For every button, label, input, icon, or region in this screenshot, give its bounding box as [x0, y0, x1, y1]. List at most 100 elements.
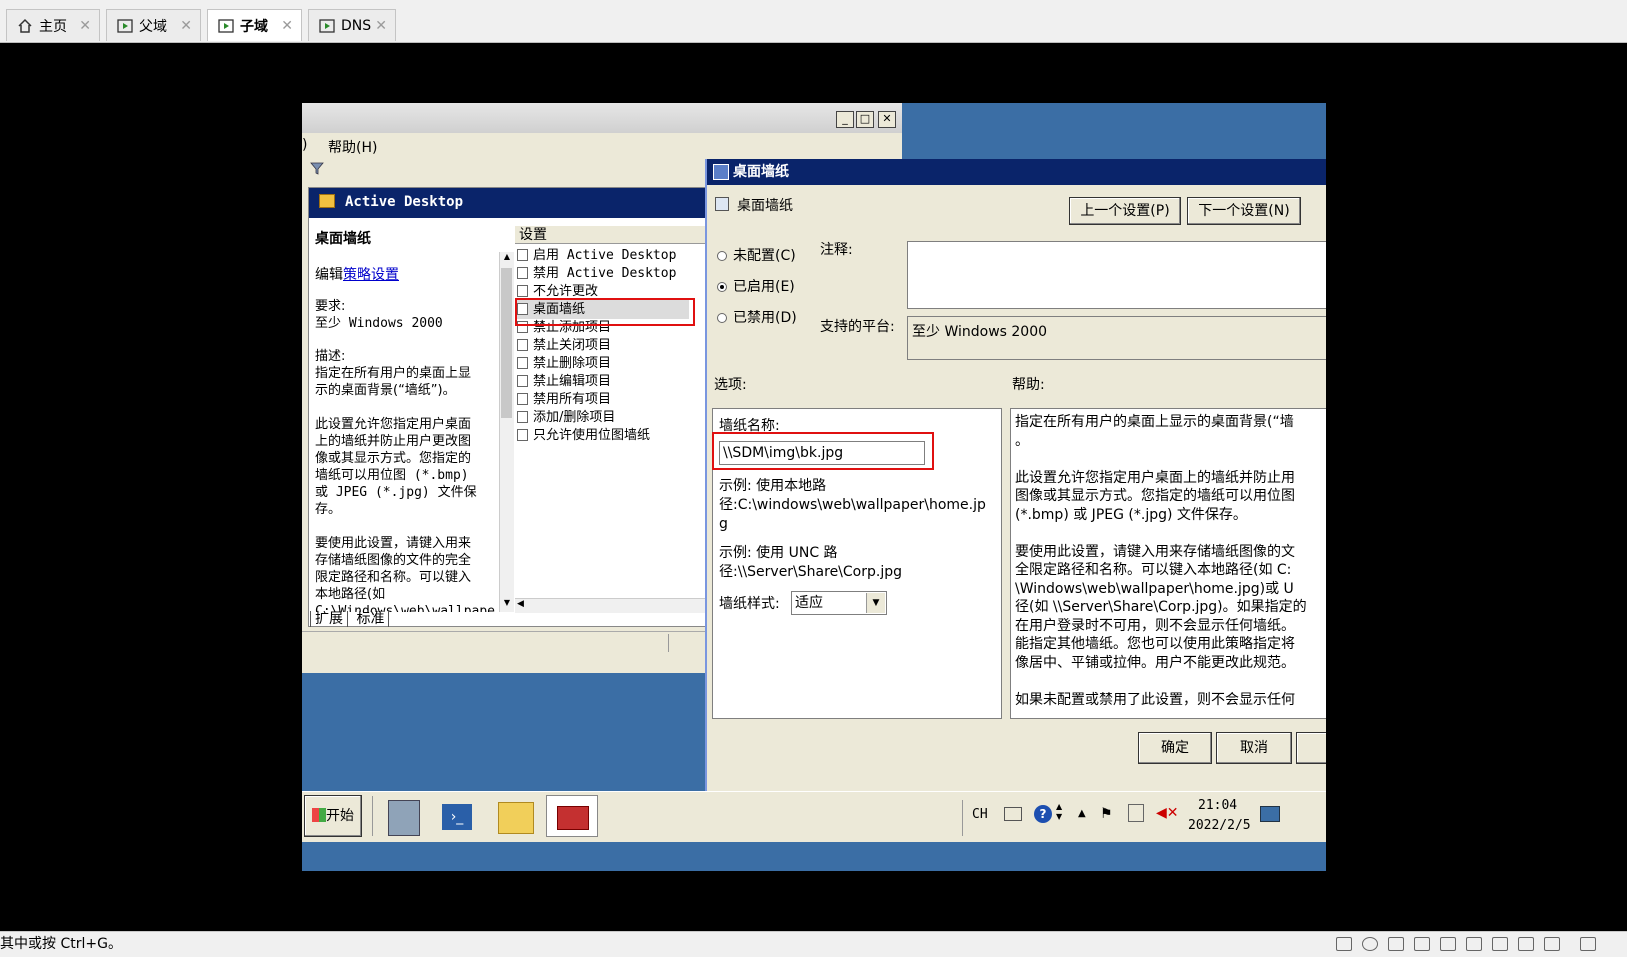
camera-icon[interactable] [1492, 937, 1508, 951]
explorer-folder-icon[interactable] [498, 802, 534, 834]
wallpaper-style-label: 墙纸样式: [719, 596, 780, 612]
vm-icon [117, 18, 133, 33]
description-scrollbar[interactable]: ▲ ▼ [499, 252, 514, 612]
tab-standard[interactable]: 标准 [352, 611, 390, 627]
start-button[interactable]: 开始 [304, 795, 362, 837]
wallpaper-properties-dialog: 桌面墙纸 桌面墙纸 上一个设置(P) 下一个设置(N) 未配置(C) 已启用(E… [705, 159, 1326, 799]
edit-policy-line: 编辑策略设置 [315, 267, 399, 283]
show-desktop-icon[interactable] [1260, 806, 1280, 822]
taskbar-app-gp-active[interactable] [546, 795, 598, 837]
help-text: 指定在所有用户的桌面上显示的桌面背景(“墙 。 此设置允许您指定用户桌面上的墙纸… [1015, 414, 1307, 708]
chevron-down-icon[interactable]: ▼ [866, 593, 885, 613]
radio-enabled[interactable]: 已启用(E) [717, 276, 795, 296]
powershell-icon[interactable]: ›_ [442, 804, 472, 830]
wallpaper-style-select[interactable]: 适应 ▼ [791, 591, 887, 615]
setting-item[interactable]: 禁止删除项目 [517, 354, 611, 373]
scroll-up-icon[interactable]: ▲ [501, 252, 513, 266]
policy-icon [517, 375, 528, 387]
host-tab-child-domain[interactable]: 子域 ✕ [207, 9, 302, 41]
guest-taskbar: 开始 ›_ CH ? ▲ ▼ ▲ ⚑ ◀✕ 21:04 2022/2/5 [302, 791, 1326, 842]
apply-button[interactable] [1296, 732, 1326, 764]
setting-item[interactable]: 禁用所有项目 [517, 390, 611, 409]
radio-not-configured[interactable]: 未配置(C) [717, 245, 796, 265]
tab-extended[interactable]: 扩展 [310, 611, 348, 627]
policy-icon [517, 429, 528, 441]
next-setting-button[interactable]: 下一个设置(N) [1187, 197, 1301, 225]
policy-settings-link[interactable]: 策略设置 [343, 267, 399, 283]
show-hidden-icons-icon[interactable]: ▲ [1078, 808, 1086, 819]
setting-item[interactable]: 禁止关闭项目 [517, 336, 611, 355]
cancel-button[interactable]: 取消 [1216, 732, 1292, 764]
help-panel: 指定在所有用户的桌面上显示的桌面背景(“墙 。 此设置允许您指定用户桌面上的墙纸… [1010, 408, 1326, 719]
clock-time[interactable]: 21:04 [1198, 798, 1237, 813]
policy-icon [517, 411, 528, 423]
setting-item[interactable]: 添加/删除项目 [517, 408, 615, 427]
platform-label: 支持的平台: [820, 319, 895, 335]
radio-button[interactable] [717, 282, 727, 292]
guest-screen: _ □ ✕ ) 帮助(H) Active Desktop 桌面墙纸 编辑策略设置 [302, 103, 1326, 871]
host-tab-home[interactable]: 主页 ✕ [6, 9, 100, 41]
ime-indicator[interactable]: CH [972, 807, 988, 822]
dialog-icon [713, 164, 729, 180]
keyboard-icon[interactable] [1004, 807, 1022, 821]
help-icon[interactable]: ? [1034, 805, 1052, 823]
description-label: 描述: [315, 349, 346, 364]
storage-icon[interactable] [1544, 937, 1560, 951]
description-text: 指定在所有用户的桌面上显 示的桌面背景(“墙纸”)。 此设置允许您指定用户桌面 … [315, 366, 496, 612]
policy-setting-icon [715, 197, 729, 211]
vm-icon [218, 18, 234, 33]
close-icon[interactable]: ✕ [281, 18, 293, 34]
options-label: 选项: [714, 377, 747, 393]
server-manager-icon[interactable] [388, 800, 420, 836]
close-icon[interactable]: ✕ [375, 18, 387, 34]
display-icon[interactable] [1466, 937, 1482, 951]
menu-item-fragment[interactable]: ) [302, 137, 307, 153]
dialog-title: 桌面墙纸 [733, 164, 789, 180]
previous-setting-button[interactable]: 上一个设置(P) [1069, 197, 1181, 225]
printer-icon[interactable] [1414, 937, 1430, 951]
close-icon[interactable]: ✕ [79, 18, 91, 34]
minimize-button[interactable]: _ [836, 111, 854, 128]
cd-drive-icon[interactable] [1362, 937, 1378, 951]
ok-button[interactable]: 确定 [1138, 732, 1212, 764]
network-icon[interactable] [1388, 937, 1404, 951]
filter-icon[interactable] [310, 161, 324, 179]
platform-value: 至少 Windows 2000 [907, 316, 1326, 360]
radio-disabled[interactable]: 已禁用(D) [717, 307, 797, 327]
setting-item[interactable]: 启用 Active Desktop [517, 246, 676, 265]
close-button[interactable]: ✕ [878, 111, 896, 128]
clock-date[interactable]: 2022/2/5 [1188, 818, 1251, 833]
close-icon[interactable]: ✕ [180, 18, 192, 34]
highlight-selected-setting [515, 298, 695, 326]
example-local-path: 示例: 使用本地路 径:C:\windows\web\wallpaper\hom… [719, 478, 986, 532]
network-icon[interactable] [1128, 804, 1144, 822]
policy-icon [517, 249, 528, 261]
radio-button[interactable] [717, 251, 727, 261]
menu-item-help[interactable]: 帮助(H) [328, 137, 377, 157]
comment-label: 注释: [820, 242, 853, 258]
description-pane: 桌面墙纸 编辑策略设置 要求: 至少 Windows 2000 描述: 指定在所… [315, 226, 499, 612]
action-center-flag-icon[interactable]: ⚑ [1100, 806, 1113, 822]
host-tab-parent-domain[interactable]: 父域 ✕ [106, 9, 201, 41]
network-adapter-icon[interactable] [1336, 937, 1352, 951]
scroll-thumb[interactable] [501, 268, 512, 418]
message-icon[interactable] [1580, 937, 1596, 951]
setting-item[interactable]: 禁用 Active Desktop [517, 264, 676, 283]
usb-icon[interactable] [1518, 937, 1534, 951]
ime-options-icon[interactable]: ▲ ▼ [1056, 802, 1062, 822]
policy-icon [517, 339, 528, 351]
comment-textarea[interactable] [907, 241, 1326, 309]
host-tab-dns[interactable]: DNS ✕ [308, 9, 396, 41]
maximize-button[interactable]: □ [856, 111, 874, 128]
host-status-bar: 其中或按 Ctrl+G。 [0, 931, 1627, 957]
volume-muted-icon[interactable]: ◀✕ [1156, 805, 1179, 821]
scroll-down-icon[interactable]: ▼ [501, 598, 513, 612]
view-tabs: 扩展 标准 [310, 608, 390, 628]
sound-icon[interactable] [1440, 937, 1456, 951]
setting-item[interactable]: 禁止编辑项目 [517, 372, 611, 391]
radio-button[interactable] [717, 313, 727, 323]
scroll-left-icon[interactable]: ◀ [517, 599, 524, 609]
policy-icon [517, 285, 528, 297]
example-unc-path: 示例: 使用 UNC 路 径:\\Server\Share\Corp.jpg [719, 545, 902, 580]
setting-item[interactable]: 只允许使用位图墙纸 [517, 426, 650, 445]
